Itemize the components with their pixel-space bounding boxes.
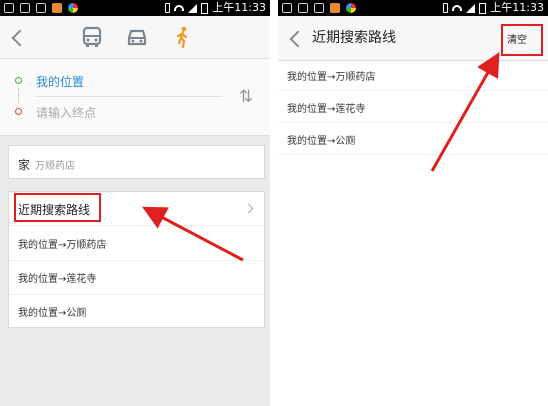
annotation-arrows: [142, 52, 500, 262]
annotation-arrow: [142, 206, 244, 262]
annotation-arrow: [430, 52, 500, 172]
